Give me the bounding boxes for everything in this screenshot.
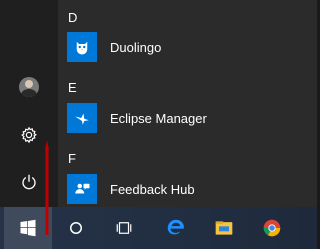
settings-button[interactable]	[12, 118, 46, 152]
app-label: Feedback Hub	[110, 181, 195, 197]
section-letter-d[interactable]: D	[68, 10, 77, 25]
file-explorer-button[interactable]	[200, 207, 248, 249]
task-view-icon	[116, 222, 132, 234]
app-item-feedback-hub[interactable]: Feedback Hub	[67, 172, 317, 206]
windows-logo-icon	[20, 219, 36, 237]
cortana-circle-icon	[70, 222, 82, 234]
start-menu-rail	[0, 0, 58, 207]
edge-browser-button[interactable]	[152, 207, 200, 249]
app-item-eclipse-manager[interactable]: Eclipse Manager	[67, 101, 317, 135]
gear-icon	[21, 126, 37, 144]
desktop-screen: D Duolingo E Eclipse Manager F Feedback …	[0, 0, 317, 249]
chrome-browser-button[interactable]	[248, 207, 296, 249]
section-letter-e[interactable]: E	[68, 80, 77, 95]
app-item-duolingo[interactable]: Duolingo	[67, 30, 317, 64]
app-label: Eclipse Manager	[110, 110, 207, 126]
file-explorer-icon	[215, 221, 233, 235]
user-account-button[interactable]	[12, 70, 46, 104]
power-button[interactable]	[12, 165, 46, 199]
cortana-search-button[interactable]	[52, 207, 100, 249]
eclipse-manager-icon	[75, 113, 89, 125]
section-letter-f[interactable]: F	[68, 151, 76, 166]
chrome-browser-icon	[263, 219, 281, 237]
task-view-button[interactable]	[100, 207, 148, 249]
duolingo-owl-icon	[76, 41, 88, 55]
edge-browser-icon	[167, 219, 184, 235]
power-icon	[22, 174, 36, 190]
app-tile	[67, 174, 97, 204]
app-tile	[67, 32, 97, 62]
annotation-arrow	[45, 140, 49, 235]
feedback-hub-icon	[75, 183, 90, 194]
user-avatar-icon	[19, 77, 39, 97]
app-label: Duolingo	[110, 39, 162, 55]
app-tile	[67, 103, 97, 133]
